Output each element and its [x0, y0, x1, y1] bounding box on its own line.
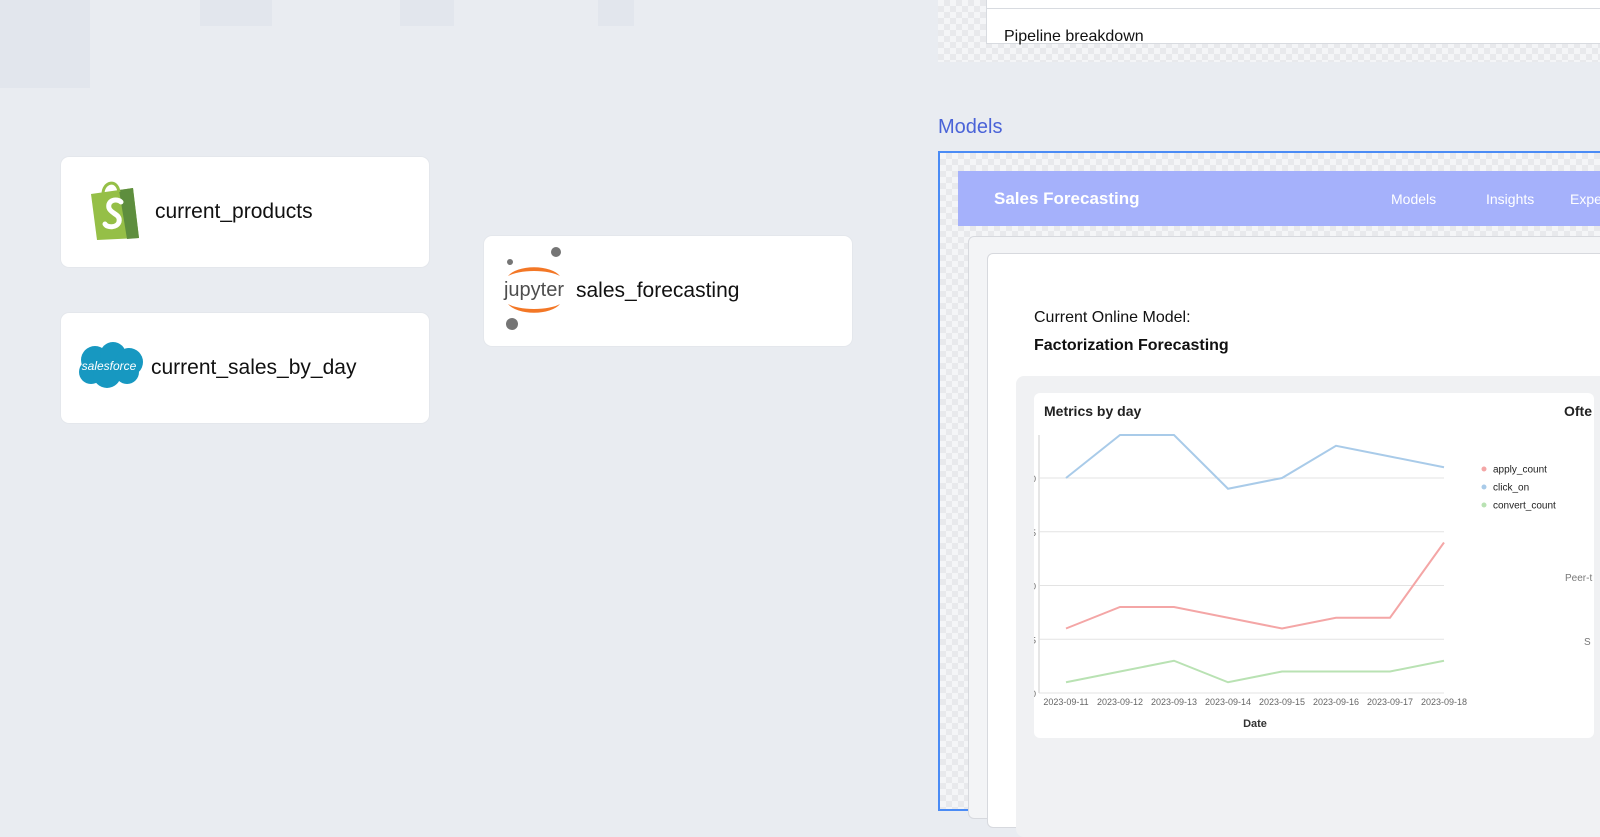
salesforce-logo-text: salesforce	[82, 359, 137, 373]
current-model-name: Factorization Forecasting	[1034, 337, 1229, 354]
background-block	[200, 0, 272, 26]
jupyter-logo-text: jupyter	[503, 279, 564, 301]
legend-marker	[1481, 502, 1487, 508]
y-tick-label: 15	[1034, 528, 1036, 538]
x-tick-label: 2023-09-16	[1313, 697, 1359, 707]
y-tick-label: 20	[1034, 474, 1036, 484]
y-tick-label: 10	[1034, 582, 1036, 592]
metrics-line-chart: 0 5 10 15 20 2023-09-11 2023-09-12 2023-09-13 20…	[1034, 434, 1556, 730]
side-panel-title: Ofte	[1564, 403, 1592, 419]
node-label: current_products	[155, 200, 313, 223]
background-block	[598, 0, 634, 26]
background-block	[0, 0, 90, 88]
y-tick-label: 0	[1034, 689, 1036, 699]
x-tick-label: 2023-09-15	[1259, 697, 1305, 707]
x-tick-label: 2023-09-18	[1421, 697, 1467, 707]
x-tick-label: 2023-09-12	[1097, 697, 1143, 707]
model-card: Current Online Model: Factorization Fore…	[987, 253, 1600, 837]
node-current-sales-by-day[interactable]: salesforce current_sales_by_day	[61, 313, 429, 423]
legend-label: click_on	[1493, 483, 1529, 494]
app-navbar: Sales Forecasting Models Insights Expe	[958, 171, 1600, 226]
shopify-icon	[83, 176, 141, 248]
metrics-chart-card: Metrics by day 051015202023-09-112023-09…	[1034, 393, 1594, 738]
legend-label: apply_count	[1493, 465, 1547, 476]
side-panel-label: Peer-t	[1565, 573, 1593, 584]
x-tick-label: 2023-09-11	[1043, 697, 1088, 707]
salesforce-icon: salesforce	[73, 340, 145, 396]
nav-link-models[interactable]: Models	[1391, 191, 1436, 207]
nav-link-insights[interactable]: Insights	[1486, 191, 1534, 207]
node-current-products[interactable]: current_products	[61, 157, 429, 267]
app-body: Current Online Model: Factorization Fore…	[968, 236, 1600, 837]
node-label: current_sales_by_day	[151, 356, 357, 379]
node-sales-forecasting[interactable]: jupyter sales_forecasting	[484, 236, 852, 346]
pipeline-breakdown-title: Pipeline breakdown	[1004, 28, 1144, 45]
nav-link-experiments[interactable]: Expe	[1570, 191, 1600, 207]
pipeline-frame[interactable]: Pipeline breakdown	[938, 0, 1600, 62]
x-tick-label: 2023-09-14	[1205, 697, 1251, 707]
legend-label: convert_count	[1493, 501, 1556, 512]
y-tick-label: 5	[1034, 635, 1036, 645]
legend-marker	[1481, 466, 1487, 472]
x-tick-label: 2023-09-17	[1367, 697, 1413, 707]
legend-marker	[1481, 484, 1487, 490]
side-panel-label: S	[1584, 637, 1591, 648]
models-frame[interactable]: Sales Forecasting Models Insights Expe C…	[938, 151, 1600, 837]
metrics-panel: Metrics by day 051015202023-09-112023-09…	[1016, 376, 1600, 837]
series-line-convert_count	[1065, 659, 1445, 684]
models-section-label: Models	[938, 116, 1003, 138]
x-axis-label: Date	[1243, 718, 1267, 730]
jupyter-icon: jupyter	[498, 246, 570, 336]
x-tick-label: 2023-09-13	[1151, 697, 1197, 707]
current-model-label: Current Online Model:	[1034, 309, 1191, 326]
app-title: Sales Forecasting	[994, 188, 1140, 208]
background-block	[400, 0, 454, 26]
node-label: sales_forecasting	[576, 279, 740, 302]
series-line-click_on	[1065, 434, 1445, 490]
